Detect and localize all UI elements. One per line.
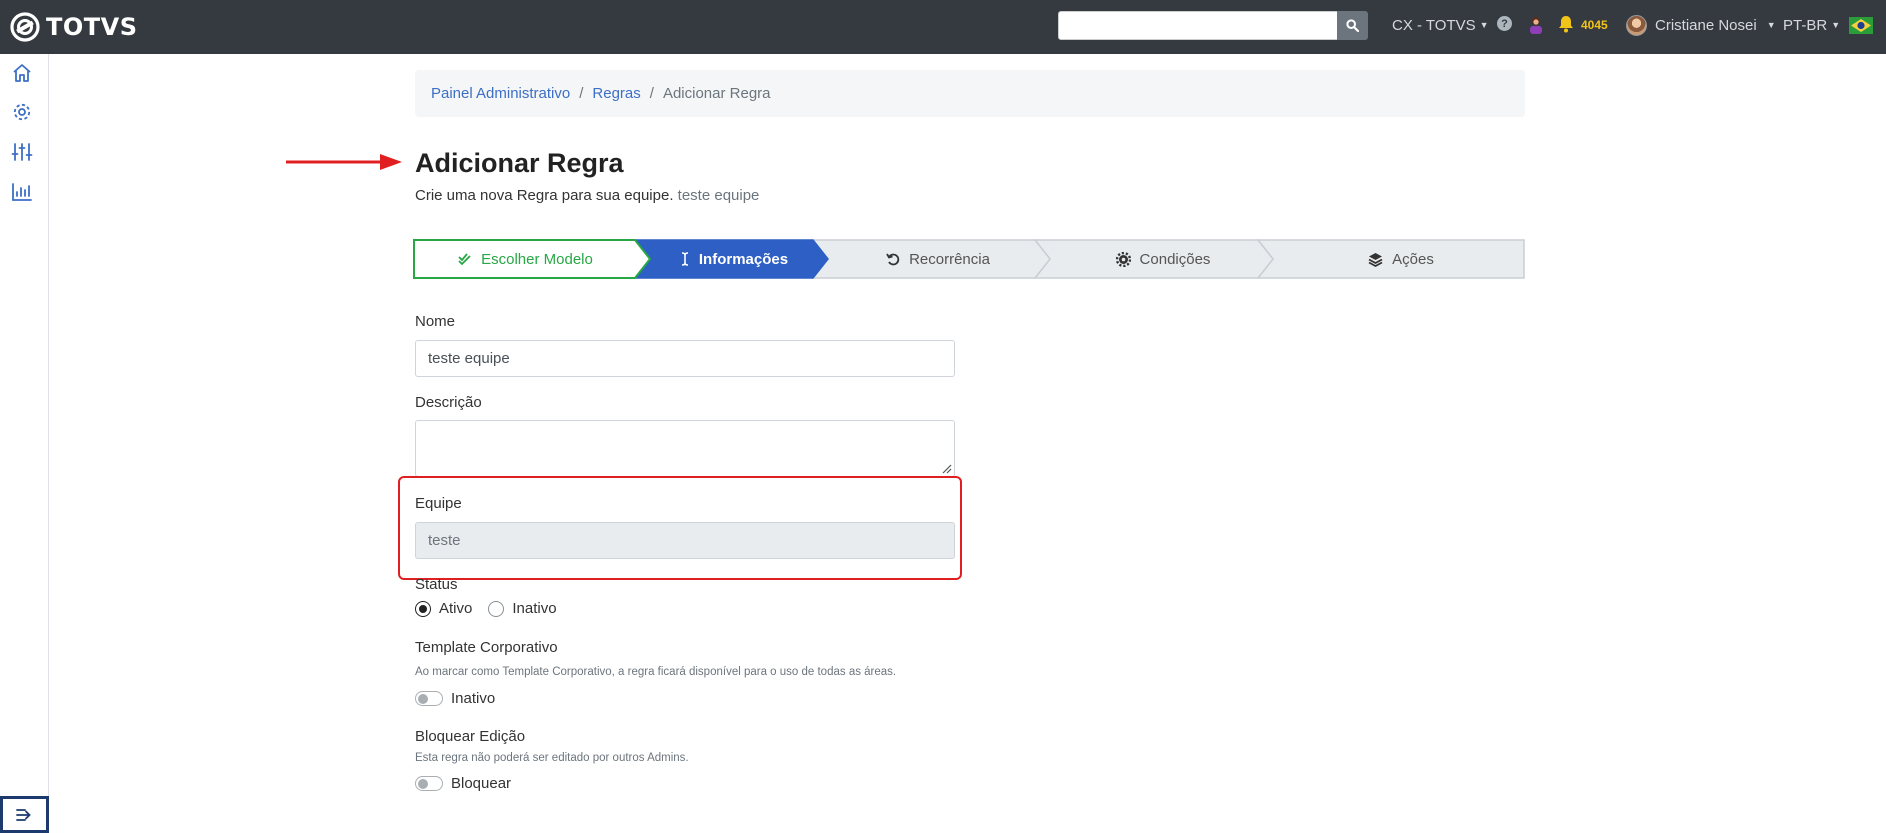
template-toggle-switch[interactable] [415,691,443,706]
user-name: Cristiane Nosei [1655,16,1757,34]
step-label: Condições [1139,250,1211,268]
step-label: Informações [698,250,789,268]
breadcrumb-current: Adicionar Regra [662,85,771,102]
search-button[interactable] [1337,11,1368,40]
text-cursor-icon [681,252,688,266]
step-condicoes[interactable]: Condições [1058,239,1268,279]
status-option-label[interactable]: Inativo [512,600,556,617]
step-label: Escolher Modelo [481,250,593,268]
template-label: Template Corporativo [415,639,558,656]
workspace-label: CX - TOTVS [1392,16,1476,34]
subtitle-team-name: teste equipe [677,187,760,204]
notification-count[interactable]: 4045 [1581,18,1608,32]
expand-menu-icon [15,808,31,821]
step-label: Ações [1392,250,1434,268]
status-radio-group: Ativo Inativo [415,600,557,617]
search-input[interactable] [1058,11,1338,40]
description-label: Descrição [415,394,482,411]
subtitle-text: Crie uma nova Regra para sua equipe. [415,187,674,204]
name-input[interactable]: teste equipe [415,340,955,377]
description-textarea[interactable] [415,420,955,477]
annotation-arrow [286,154,402,170]
step-informacoes[interactable]: Informações [643,239,825,279]
step-recorrencia[interactable]: Recorrência [833,239,1043,279]
top-navbar: TOTVS CX - TOTVS ▼ ? 4045 Cristiane Nose… [0,0,1886,54]
template-toggle-row: Inativo [415,690,495,707]
help-icon[interactable]: ? [1497,16,1512,31]
page-title: Adicionar Regra [415,148,624,178]
status-label: Status [415,576,458,593]
lock-edit-label: Bloquear Edição [415,728,526,745]
breadcrumb-link-painel[interactable]: Painel Administrativo [431,85,570,102]
status-radio-inativo[interactable] [488,600,505,617]
totvs-logo-icon [10,12,40,42]
name-input-value: teste equipe [428,350,510,367]
template-help-text: Ao marcar como Template Corporativo, a r… [415,666,897,678]
sidebar-toggle-button[interactable] [0,796,49,833]
brand-logo[interactable]: TOTVS [10,11,138,43]
page-subtitle: Crie uma nova Regra para sua equipe. tes… [415,187,759,204]
lock-edit-help-text: Esta regra não poderá ser editado por ou… [415,752,689,764]
resize-handle-icon[interactable] [942,464,952,474]
status-radio-ativo[interactable] [415,600,431,617]
workspace-dropdown[interactable]: CX - TOTVS ▼ [1392,14,1489,36]
name-label: Nome [415,313,456,330]
chevron-down-icon: ▼ [1479,20,1489,30]
lock-toggle-row: Bloquear [415,775,511,792]
lock-toggle-switch[interactable] [415,776,443,791]
home-icon[interactable] [11,62,33,84]
brazil-flag-icon[interactable] [1849,17,1873,34]
chevron-down-icon: ▼ [1766,20,1776,30]
breadcrumb: Painel Administrativo / Regras / Adicion… [415,70,1525,117]
breadcrumb-link-regras[interactable]: Regras [592,85,640,102]
chart-icon[interactable] [11,181,33,203]
user-menu-dropdown[interactable]: Cristiane Nosei ▼ [1655,14,1776,36]
chevron-down-icon: ▼ [1831,20,1841,30]
undo-icon [886,253,900,266]
step-acoes[interactable]: Ações [1281,239,1521,279]
rule-wizard-stepper: Escolher Modelo Informações Recorrência … [413,239,1525,279]
template-toggle-label[interactable]: Inativo [451,690,495,707]
step-escolher-modelo[interactable]: Escolher Modelo [413,239,638,279]
avatar[interactable] [1626,15,1647,36]
breadcrumb-separator: / [579,85,584,102]
brand-name: TOTVS [46,13,138,41]
annotation-highlight-box [398,476,962,580]
language-dropdown[interactable]: PT-BR ▼ [1783,14,1840,36]
layers-icon [1368,252,1383,267]
language-label: PT-BR [1783,16,1828,34]
status-option-label[interactable]: Ativo [439,600,472,617]
breadcrumb-separator: / [649,85,654,102]
double-check-icon [458,253,471,266]
sliders-icon[interactable] [11,141,33,163]
bell-icon[interactable] [1558,15,1574,33]
user-status-avatar-icon[interactable] [1525,14,1547,36]
lock-toggle-label[interactable]: Bloquear [451,775,511,792]
step-label: Recorrência [909,250,990,268]
settings-icon[interactable] [11,101,33,123]
search-icon [1346,19,1359,32]
left-sidebar [0,54,49,833]
gear-icon [1115,251,1131,267]
